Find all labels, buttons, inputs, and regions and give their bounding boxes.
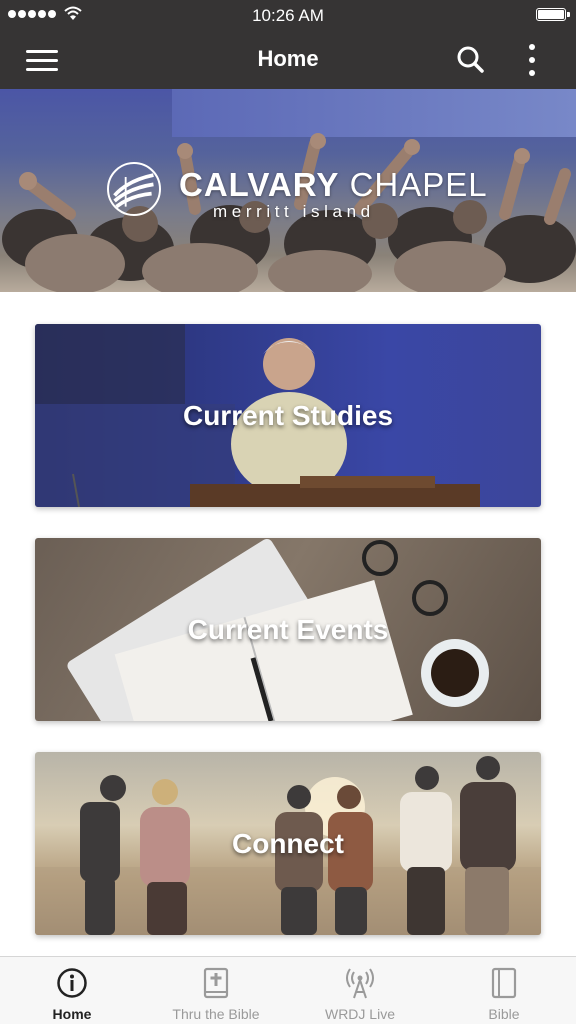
status-time: 10:26 AM [252, 6, 324, 25]
current-events-label: Current Events [187, 613, 389, 645]
church-location: merritt island [213, 202, 375, 221]
current-studies-card[interactable]: Current Studies [35, 324, 541, 507]
home-content: Current Studies Current Events Connect [0, 292, 576, 956]
status-bar: 10:26 AM [0, 0, 576, 30]
tab-wrdj-live-label: WRDJ Live [324, 1006, 395, 1022]
more-options-button[interactable] [520, 44, 544, 76]
battery-icon [536, 8, 570, 21]
bible-book-icon [203, 967, 229, 999]
current-studies-label: Current Studies [182, 399, 394, 431]
info-icon [57, 968, 87, 998]
search-button[interactable] [455, 44, 485, 74]
connect-label: Connect [232, 827, 344, 859]
bottom-tab-bar: Home Thru the Bible WRDJ Live Bible [0, 956, 576, 1024]
church-name: CALVARY CHAPEL [179, 166, 488, 204]
church-logo-mark [107, 162, 161, 216]
church-name-bold: CALVARY [179, 166, 340, 203]
book-icon [491, 967, 517, 999]
church-name-light: CHAPEL [349, 166, 488, 203]
page-title: Home [257, 46, 319, 71]
church-logo: CALVARY CHAPEL merritt island [107, 162, 487, 222]
hero-banner: CALVARY CHAPEL merritt island [0, 89, 576, 292]
tab-thru-the-bible-label: Thru the Bible [172, 1006, 260, 1022]
tab-wrdj-live[interactable]: WRDJ Live [288, 957, 432, 1024]
tab-thru-the-bible[interactable]: Thru the Bible [144, 957, 288, 1024]
tab-bible-label: Bible [488, 1006, 520, 1022]
navigation-bar: Home [0, 30, 576, 89]
broadcast-icon [346, 968, 374, 999]
current-events-card[interactable]: Current Events [35, 538, 541, 721]
tab-home[interactable]: Home [0, 957, 144, 1024]
tab-home-label: Home [52, 1006, 92, 1022]
connect-card[interactable]: Connect [35, 752, 541, 935]
tab-bible[interactable]: Bible [432, 957, 576, 1024]
